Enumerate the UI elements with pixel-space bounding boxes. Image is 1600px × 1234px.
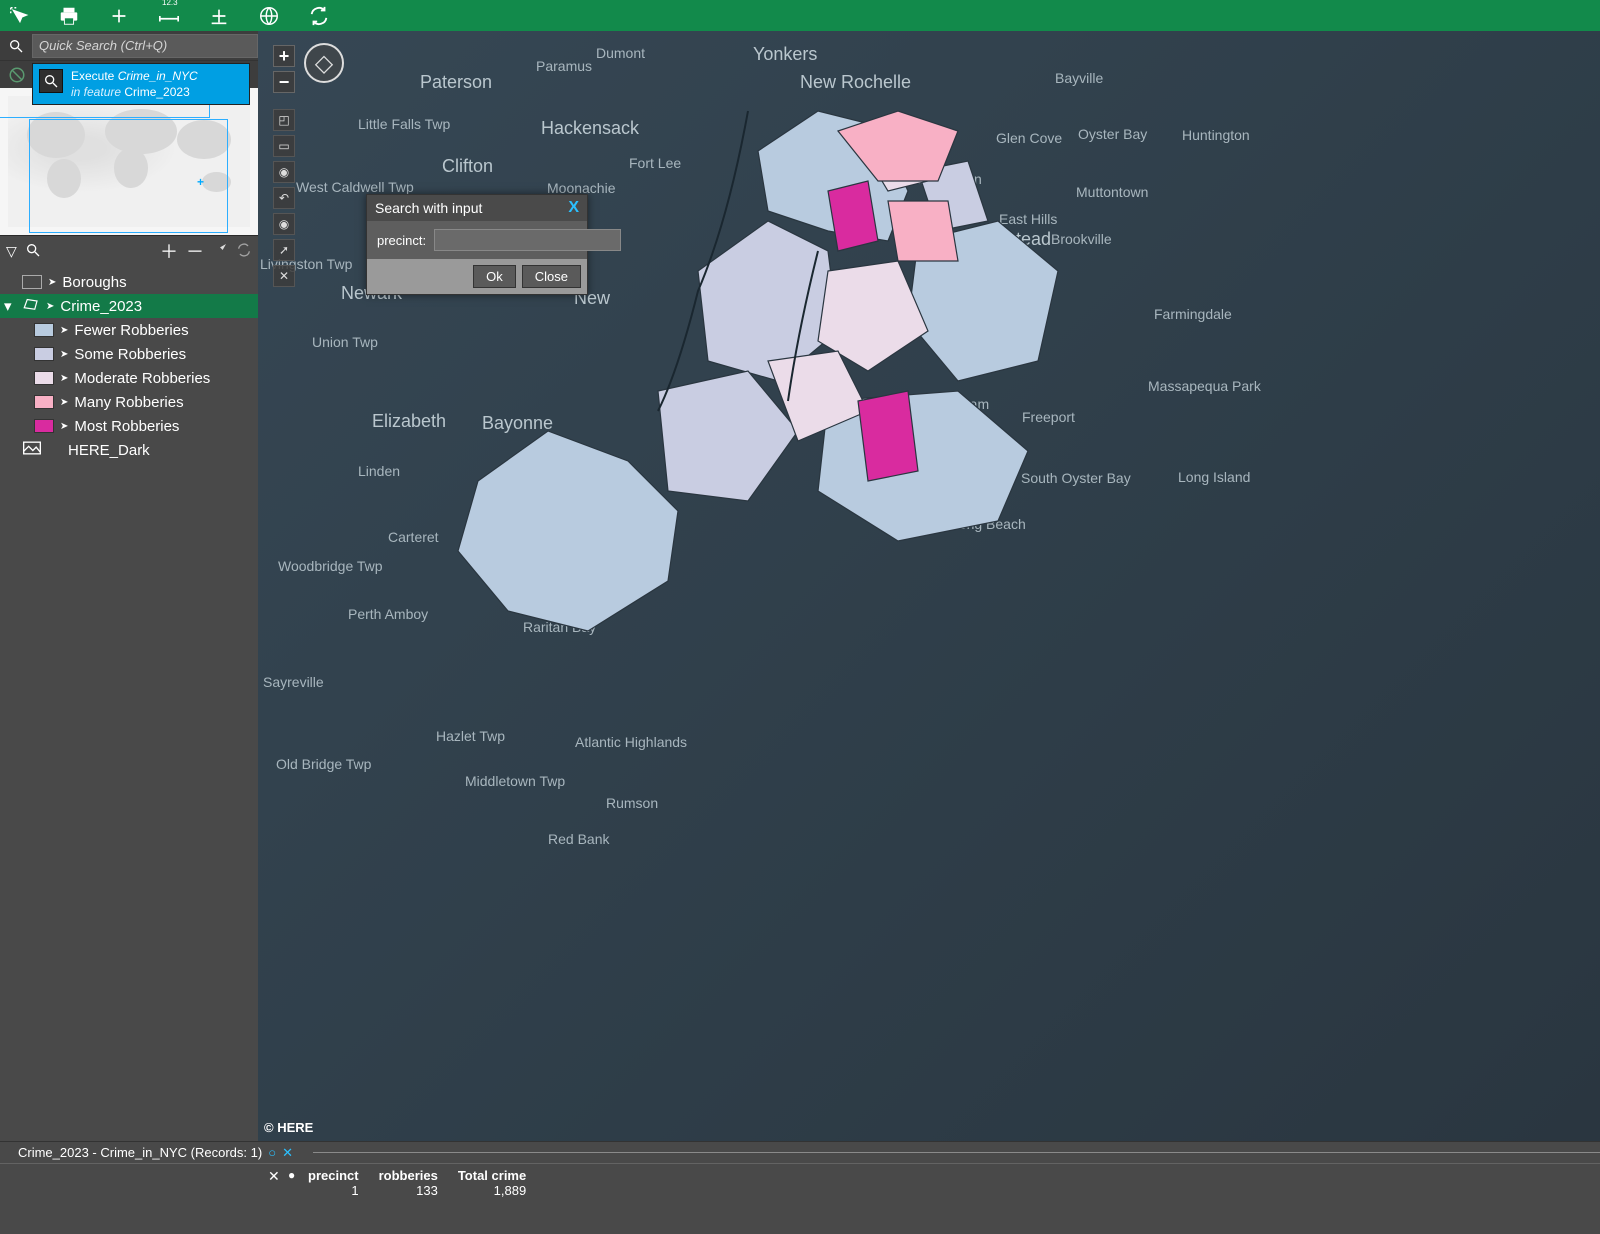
row-close-icon[interactable]: ✕ [268,1168,280,1185]
quick-search-row [0,31,258,61]
tab-title: Crime_2023 - Crime_in_NYC (Records: 1) [18,1145,262,1160]
add-point-icon[interactable] [108,0,130,31]
select-tool-icon[interactable] [8,0,30,31]
zoom-out-button[interactable]: − [273,71,295,93]
data-table-panel: Crime_2023 - Crime_in_NYC (Records: 1) ○… [0,1141,1600,1234]
filter-icon[interactable]: ▽ [6,243,17,260]
layer-class-2[interactable]: ➤ Moderate Robberies [0,366,258,390]
tab-circle-icon[interactable]: ○ [268,1145,276,1160]
main-area: + ▽ ＋ － ➤ Boroughs ▾ [0,31,1600,1141]
layer-label: Crime_2023 [60,298,142,315]
close-icon[interactable]: X [568,199,579,217]
distance-tool-icon[interactable]: 12.3 [158,0,180,31]
layer-class-1[interactable]: ➤ Some Robberies [0,342,258,366]
zoom-in-button[interactable]: + [273,45,295,67]
close-tool-icon[interactable]: ✕ [273,265,295,287]
layer-label: Boroughs [62,274,126,291]
layer-class-0[interactable]: ➤ Fewer Robberies [0,318,258,342]
quick-search-input[interactable] [32,34,258,58]
layer-arrow-icon[interactable] [212,242,228,261]
results-tab[interactable]: Crime_2023 - Crime_in_NYC (Records: 1) ○… [0,1142,1600,1164]
minimap-crosshair-icon: + [197,175,204,189]
table-row[interactable]: 1 133 1,889 [298,1183,536,1198]
search-layers-icon[interactable] [25,242,41,261]
layer-toolbar: ▽ ＋ － [0,236,258,266]
class-label: Some Robberies [74,346,186,363]
close-button[interactable]: Close [522,265,581,288]
class-label: Most Robberies [74,418,179,435]
map-tool-stack: ◰ ▭ ◉ ↶ ◉ ➚ ✕ [273,109,295,287]
layer-panel: ➤ Boroughs ▾ ➤ Crime_2023 ➤ Fewer Robber… [0,266,258,1141]
layer-boroughs[interactable]: ➤ Boroughs [0,270,258,294]
image-icon [22,440,42,460]
row-marker-icon: ● [288,1168,295,1182]
col-total[interactable]: Total crime [448,1168,536,1183]
upload-icon[interactable] [208,0,230,31]
polygon-icon [22,297,40,315]
add-layer-icon[interactable]: ＋ [160,238,178,264]
minimap[interactable]: + [0,88,258,236]
remove-layer-icon[interactable]: － [186,238,204,264]
top-toolbar: 12.3 [0,0,1600,31]
sidebar: + ▽ ＋ － ➤ Boroughs ▾ [0,31,258,1141]
back-arrow-icon[interactable]: ↶ [273,187,295,209]
tab-close-icon[interactable]: ✕ [282,1145,293,1161]
search-dropdown-item[interactable]: Execute Crime_in_NYC in feature Crime_20… [33,64,249,104]
forward-arrow-icon[interactable]: ➚ [273,239,295,261]
zoom-controls: + − [273,45,295,93]
map-canvas[interactable]: DumontParamusYonkersNew RochelleBayville… [258,31,1600,1141]
layer-crime-2023[interactable]: ▾ ➤ Crime_2023 [0,294,258,318]
precinct-label: precinct: [377,233,426,248]
col-precinct[interactable]: precinct [298,1168,369,1183]
layer-label: HERE_Dark [68,442,150,459]
layer-sync-icon[interactable] [236,242,252,261]
layer-basemap[interactable]: HERE_Dark [0,438,258,462]
eye2-icon[interactable]: ◉ [273,213,295,235]
col-robberies[interactable]: robberies [369,1168,448,1183]
select-lasso-icon[interactable]: ▭ [273,135,295,157]
globe-icon[interactable] [258,0,280,31]
layer-class-4[interactable]: ➤ Most Robberies [0,414,258,438]
print-icon[interactable] [58,0,80,31]
pan-control[interactable] [304,43,344,83]
search-dropdown: Execute Crime_in_NYC in feature Crime_20… [32,63,250,105]
refresh-icon[interactable] [308,0,330,31]
dialog-titlebar[interactable]: Search with input X [367,195,587,221]
class-label: Fewer Robberies [74,322,188,339]
ok-button[interactable]: Ok [473,265,516,288]
precinct-input[interactable] [434,229,621,251]
class-label: Moderate Robberies [74,370,210,387]
results-table: precinct robberies Total crime 1 133 1,8… [298,1168,536,1198]
dialog-title: Search with input [375,200,482,216]
eye-icon[interactable]: ◉ [273,161,295,183]
distance-label: 12.3 [162,0,178,7]
search-input-dialog: Search with input X precinct: Ok Close [366,194,588,295]
layer-class-3[interactable]: ➤ Many Robberies [0,390,258,414]
choropleth-layer [398,71,1098,671]
map-attribution: © HERE [264,1120,313,1135]
class-label: Many Robberies [74,394,183,411]
select-rect-icon[interactable]: ◰ [273,109,295,131]
search-icon[interactable] [0,38,32,54]
search-icon [39,69,63,93]
